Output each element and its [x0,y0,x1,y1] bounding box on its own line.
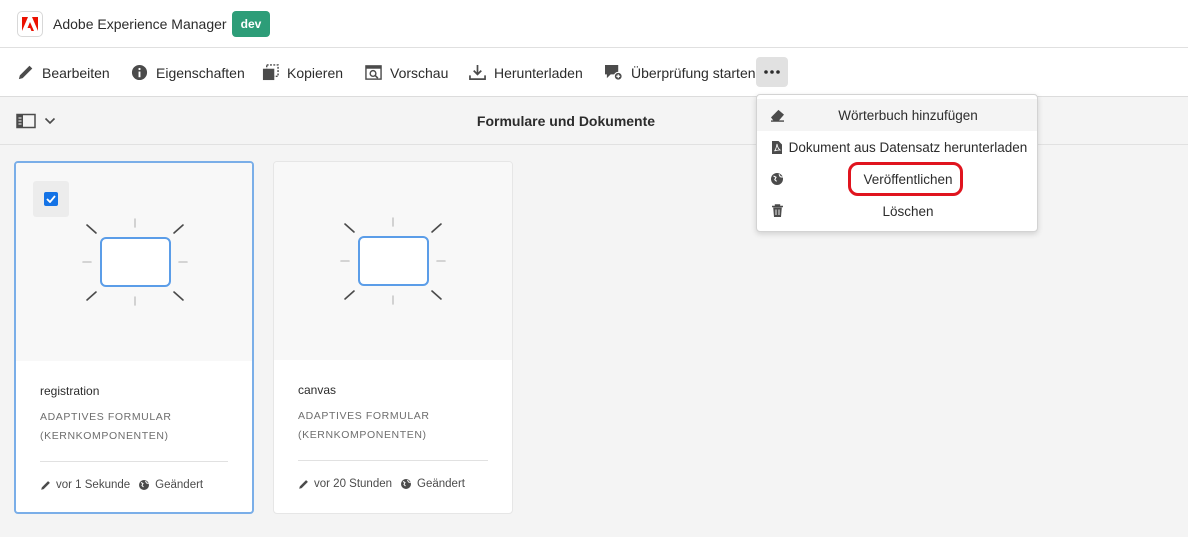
card-title: registration [40,384,100,398]
copy-button[interactable]: Kopieren [262,48,343,97]
copy-icon [262,64,279,81]
download-icon [469,64,486,80]
globe-status-icon [139,480,150,490]
info-icon [131,64,148,81]
action-bar: Bearbeiten Eigenschaften Kopieren Vorsch… [0,48,1188,97]
card-status: Geändert [155,479,204,491]
review-icon [605,64,623,81]
globe-status-icon [401,479,412,489]
preview-icon [365,65,382,80]
card-modified-time: vor 1 Sekunde [56,479,131,491]
preview-button-label: Vorschau [390,64,449,81]
start-review-button[interactable]: Überprüfung starten [604,48,756,97]
card-type-label: ADAPTIVES FORMULAR (KERNKOMPONENTEN) [298,410,430,441]
menu-item-label: Dokument aus Datensatz herunterladen [788,139,1028,155]
top-bar: Adobe Experience Manager dev [0,0,1188,48]
card-modified-time: vor 20 Stunden [314,478,393,490]
menu-item-delete[interactable]: Löschen [757,195,1037,227]
download-button-label: Herunterladen [494,64,583,81]
card-type-label: ADAPTIVES FORMULAR (KERNKOMPONENTEN) [40,411,172,442]
pencil-icon [41,480,50,490]
copy-button-label: Kopieren [287,64,344,81]
eraser-icon [769,107,785,123]
menu-item-download-document[interactable]: Dokument aus Datensatz herunterladen [757,131,1037,163]
card-status: Geändert [417,478,465,490]
asset-card[interactable]: canvas ADAPTIVES FORMULAR (KERNKOMPONENT… [273,161,513,514]
menu-item-label: Wörterbuch hinzufügen [838,107,978,123]
more-actions-button[interactable] [756,57,788,87]
menu-item-label: Löschen [882,203,934,219]
more-icon [764,70,780,74]
card-divider [298,460,488,461]
card-divider [40,461,228,462]
menu-item-label: Veröffentlichen [863,171,953,187]
edit-button[interactable]: Bearbeiten [17,48,110,97]
properties-button[interactable]: Eigenschaften [131,48,245,97]
adobe-logo-icon[interactable] [17,11,43,37]
trash-icon [769,203,785,219]
pdf-file-icon [769,139,785,155]
card-thumbnail [274,162,512,360]
environment-badge: dev [232,11,270,37]
asset-card[interactable]: registration ADAPTIVES FORMULAR (KERNKOM… [14,161,254,514]
download-button[interactable]: Herunterladen [469,48,583,97]
pencil-icon [299,479,308,489]
menu-item-publish[interactable]: Veröffentlichen [757,163,1037,195]
card-meta: vor 1 Sekunde Geändert [40,479,203,491]
pencil-icon [18,65,33,80]
start-review-button-label: Überprüfung starten [631,64,756,81]
form-placeholder-icon [340,217,446,305]
more-actions-menu: Wörterbuch hinzufügen Dokument aus Daten… [756,94,1038,232]
card-meta: vor 20 Stunden Geändert [298,478,465,490]
card-thumbnail [16,163,252,361]
card-select-checkbox[interactable] [33,181,69,217]
card-title: canvas [298,383,337,397]
edit-button-label: Bearbeiten [42,64,110,81]
preview-button[interactable]: Vorschau [365,48,448,97]
app-title[interactable]: Adobe Experience Manager [53,16,227,32]
globe-icon [769,171,785,187]
menu-item-add-dictionary[interactable]: Wörterbuch hinzufügen [757,99,1037,131]
properties-button-label: Eigenschaften [156,64,245,81]
